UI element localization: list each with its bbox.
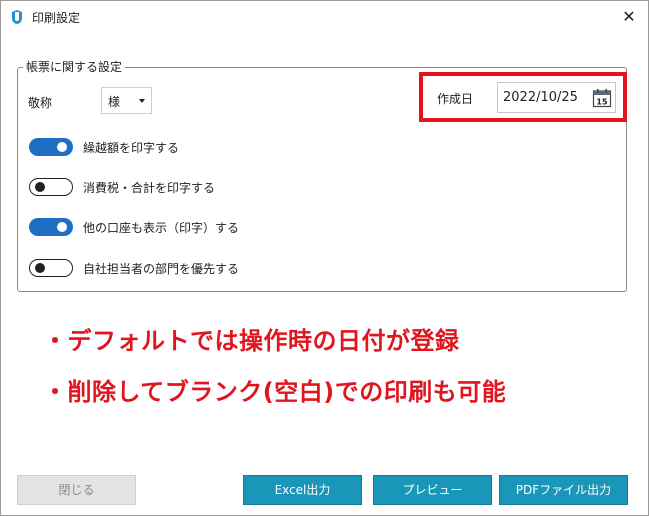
title-bar: 印刷設定 ✕ [1, 1, 648, 33]
department-priority-toggle-label: 自社担当者の部門を優先する [83, 262, 240, 276]
other-accounts-toggle[interactable] [29, 218, 73, 236]
toggle-knob [35, 262, 45, 273]
carryover-toggle[interactable] [29, 138, 73, 156]
honorific-select[interactable]: 様 [101, 87, 152, 114]
toggle-knob [57, 142, 67, 152]
tax-total-toggle-label: 消費税・合計を印字する [83, 181, 216, 195]
date-highlight-box [419, 72, 627, 122]
print-settings-dialog: 印刷設定 ✕ 帳票に関する設定 敬称 様 作成日 2022/10/25 15 繰… [0, 0, 649, 516]
tax-total-toggle[interactable] [29, 178, 73, 196]
pdf-export-button[interactable]: PDFファイル出力 [499, 475, 628, 505]
other-accounts-toggle-label: 他の口座も表示（印字）する [83, 221, 240, 235]
app-logo-icon [12, 10, 22, 24]
carryover-toggle-label: 繰越額を印字する [83, 141, 180, 155]
toggle-knob [57, 222, 67, 232]
close-button[interactable]: 閉じる [17, 475, 136, 505]
annotation-default-date: ・デフォルトでは操作時の日付が登録 [43, 327, 460, 355]
department-priority-toggle[interactable] [29, 259, 73, 277]
preview-button[interactable]: プレビュー [373, 475, 492, 505]
close-icon[interactable]: ✕ [618, 6, 640, 28]
chevron-down-icon [139, 99, 145, 103]
group-legend: 帳票に関する設定 [23, 58, 126, 75]
toggle-knob [35, 181, 45, 192]
annotation-blank-print: ・削除してブランク(空白)での印刷も可能 [43, 378, 507, 406]
excel-export-button[interactable]: Excel出力 [243, 475, 362, 505]
honorific-selected-value: 様 [108, 95, 121, 109]
window-title: 印刷設定 [32, 11, 81, 25]
honorific-label: 敬称 [28, 96, 53, 110]
